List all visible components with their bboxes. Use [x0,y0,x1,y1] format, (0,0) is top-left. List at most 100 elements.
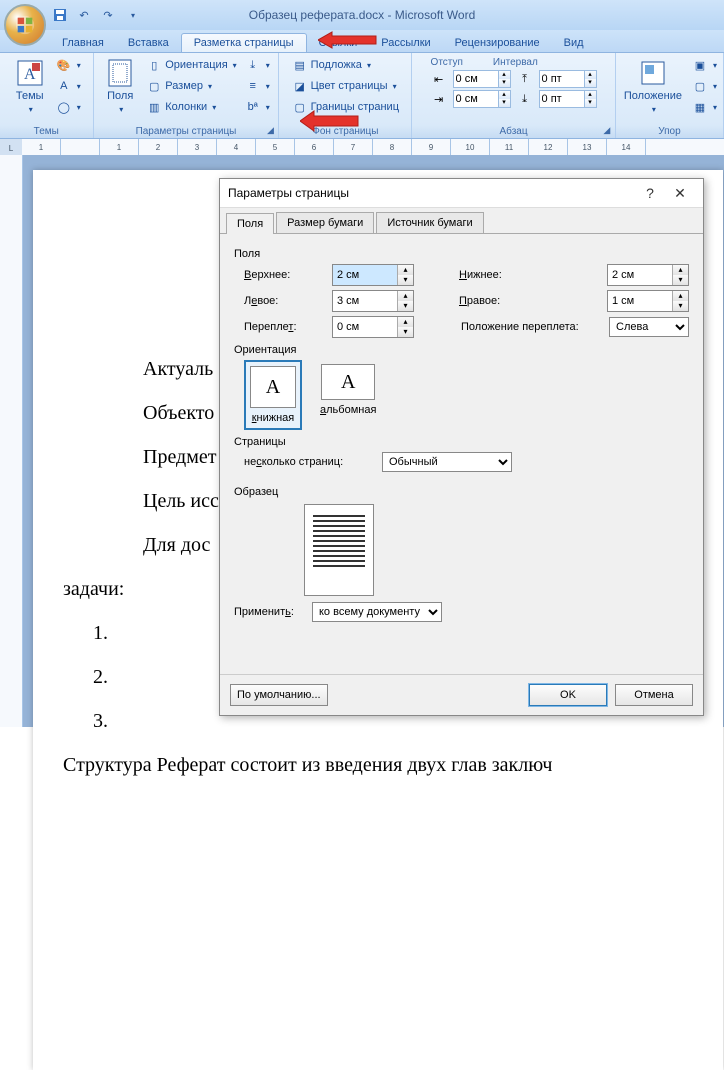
office-button[interactable] [4,4,46,46]
bottom-margin-spin[interactable]: ▴▾ [607,264,689,286]
gutter-spin[interactable]: ▴▾ [332,316,414,338]
dialog-tab-paper[interactable]: Размер бумаги [276,212,374,233]
line-numbers-icon: ≡ [245,78,261,94]
indent-label: Отступ [431,57,463,68]
space-after-icon: ⤓ [517,91,533,107]
dialog-tab-margins[interactable]: Поля [226,213,274,234]
columns-icon: ▥ [146,99,162,115]
gutter-pos-select[interactable]: Слева [609,317,689,337]
top-margin-spin[interactable]: ▴▾ [332,264,414,286]
default-button[interactable]: По умолчанию... [230,684,328,706]
orientation-section-label: Ориентация [234,344,689,356]
theme-colors-button[interactable]: 🎨 [54,55,83,75]
tab-mailings[interactable]: Рассылки [369,34,442,52]
position-label: Положение [624,90,682,102]
ok-button[interactable]: OK [529,684,607,706]
margins-button[interactable]: Поля [100,55,140,117]
group-paragraph-label: Абзац [412,126,615,137]
right-margin-label: Правое: [459,295,599,307]
vertical-ruler[interactable] [0,155,23,727]
left-margin-spin[interactable]: ▴▾ [332,290,414,312]
wrap-text-button[interactable]: ▦ [690,97,719,117]
apply-select[interactable]: ко всему документу [312,602,442,622]
themes-icon: A [14,57,46,89]
page-setup-launcher[interactable]: ◢ [264,124,276,136]
tab-references[interactable]: Ссылки [307,34,370,52]
group-themes-label: Темы [0,126,93,137]
size-button[interactable]: ▢Размер [144,76,238,96]
multipage-select[interactable]: Обычный [382,452,512,472]
space-after-spin[interactable]: ▴▾ [539,90,597,108]
landscape-button[interactable]: A альбомная [316,360,380,430]
indent-left-spin[interactable]: ▴▾ [453,70,511,88]
tab-view[interactable]: Вид [552,34,596,52]
group-page-bg-label: Фон страницы [279,126,411,137]
tab-layout[interactable]: Разметка страницы [181,33,307,52]
indent-right-spin[interactable]: ▴▾ [453,90,511,108]
redo-icon[interactable]: ↷ [98,5,118,25]
send-back-button[interactable]: ▢ [690,76,719,96]
breaks-button[interactable]: ⤓ [243,55,272,75]
dialog-help-button[interactable]: ? [635,185,665,201]
watermark-icon: ▤ [292,57,308,73]
tab-review[interactable]: Рецензирование [443,34,552,52]
multipage-label: несколько страниц: [244,456,374,468]
window-title: Образец реферата.docx - Microsoft Word [249,8,476,22]
tab-insert[interactable]: Вставка [116,34,181,52]
tab-home[interactable]: Главная [50,34,116,52]
dialog-tab-source[interactable]: Источник бумаги [376,212,483,233]
sample-preview [304,504,374,596]
orientation-icon: ▯ [146,57,162,73]
theme-fonts-button[interactable]: A [54,76,83,96]
orientation-button[interactable]: ▯Ориентация [144,55,238,75]
space-after-input[interactable] [540,93,584,105]
top-margin-input[interactable] [333,265,397,285]
undo-icon[interactable]: ↶ [74,5,94,25]
qat-dropdown[interactable] [122,5,142,25]
landscape-icon: A [321,364,375,400]
page-color-icon: ◪ [292,78,308,94]
gutter-input[interactable] [333,317,397,337]
indent-right-input[interactable] [454,93,498,105]
bring-front-button[interactable]: ▣ [690,55,719,75]
watermark-button[interactable]: ▤Подложка [290,55,401,75]
doc-line: Структура Реферат состоит из введения дв… [63,746,703,784]
themes-button[interactable]: A Темы [10,55,50,117]
indent-left-input[interactable] [454,73,498,85]
line-numbers-button[interactable]: ≡ [243,76,272,96]
paragraph-launcher[interactable]: ◢ [601,124,613,136]
portrait-button[interactable]: A книжная [244,360,302,430]
cancel-button[interactable]: Отмена [615,684,693,706]
dialog-close-button[interactable]: ✕ [665,185,695,202]
save-icon[interactable] [50,5,70,25]
left-margin-input[interactable] [333,291,397,311]
space-before-spin[interactable]: ▴▾ [539,70,597,88]
hyphenation-icon: bª [245,99,261,115]
margins-section-label: Поля [234,248,689,260]
spacing-label: Интервал [493,57,538,68]
right-margin-input[interactable] [608,291,672,311]
top-margin-label: Верхнее: [244,269,324,281]
size-icon: ▢ [146,78,162,94]
colors-icon: 🎨 [56,57,72,73]
page-borders-button[interactable]: ▢Границы страниц [290,97,401,117]
portrait-label: книжная [252,412,295,424]
columns-button[interactable]: ▥Колонки [144,97,238,117]
pages-section-label: Страницы [234,436,689,448]
fonts-icon: A [56,78,72,94]
page-setup-dialog: Параметры страницы ? ✕ Поля Размер бумаг… [219,178,704,716]
position-button[interactable]: Положение [620,55,686,117]
portrait-icon: A [250,366,296,408]
position-icon [637,57,669,89]
space-before-input[interactable] [540,73,584,85]
gutter-label: Переплет: [244,321,324,333]
chevron-down-icon [650,103,656,115]
chevron-down-icon [27,103,33,115]
landscape-label: альбомная [320,404,376,416]
hyphenation-button[interactable]: bª [243,97,272,117]
themes-label: Темы [16,90,44,102]
right-margin-spin[interactable]: ▴▾ [607,290,689,312]
page-color-button[interactable]: ◪Цвет страницы [290,76,401,96]
theme-effects-button[interactable]: ◯ [54,97,83,117]
bottom-margin-input[interactable] [608,265,672,285]
